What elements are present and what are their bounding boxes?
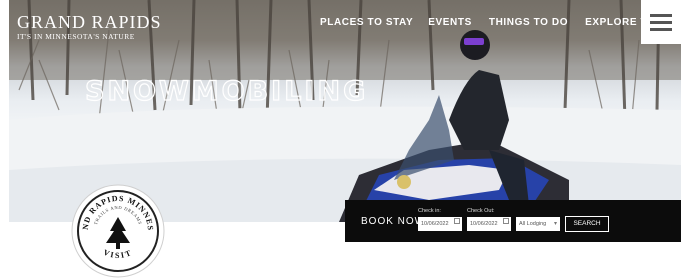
- booking-bar: BOOK NOW Check in: 10/06/2022 Check Out:…: [345, 200, 681, 242]
- main-menu: PLACES TO STAY EVENTS THINGS TO DO EXPLO…: [320, 17, 681, 28]
- chevron-down-icon: ▾: [553, 221, 557, 227]
- nav-item-events[interactable]: EVENTS: [428, 17, 472, 28]
- logo-name: GRAND RAPIDS: [17, 12, 162, 32]
- calendar-icon[interactable]: [503, 218, 509, 224]
- nav-item-things-to-do[interactable]: THINGS TO DO: [489, 17, 568, 28]
- hamburger-menu-icon[interactable]: [641, 0, 681, 44]
- visit-grand-rapids-seal: GRAND RAPIDS MINNESOTA TRAILS AND DREAMS…: [70, 183, 165, 278]
- page-title: SNOWMOBILING: [84, 75, 369, 107]
- logo-tagline: IT'S IN MINNESOTA'S NATURE: [17, 32, 135, 41]
- calendar-icon[interactable]: [454, 218, 460, 224]
- search-button[interactable]: SEARCH: [565, 216, 609, 232]
- lodging-select-value: All Lodging: [519, 221, 547, 227]
- checkin-label: Check in:: [418, 208, 441, 214]
- book-now-label: BOOK NOW: [361, 216, 426, 227]
- nav-item-places-to-stay[interactable]: PLACES TO STAY: [320, 17, 413, 28]
- top-navigation: GRAND RAPIDS IT'S IN MINNESOTA'S NATURE …: [9, 0, 681, 44]
- lodging-select[interactable]: All Lodging ▾: [516, 217, 560, 231]
- checkout-label: Check Out:: [467, 208, 495, 214]
- site-logo[interactable]: GRAND RAPIDS IT'S IN MINNESOTA'S NATURE: [17, 12, 162, 41]
